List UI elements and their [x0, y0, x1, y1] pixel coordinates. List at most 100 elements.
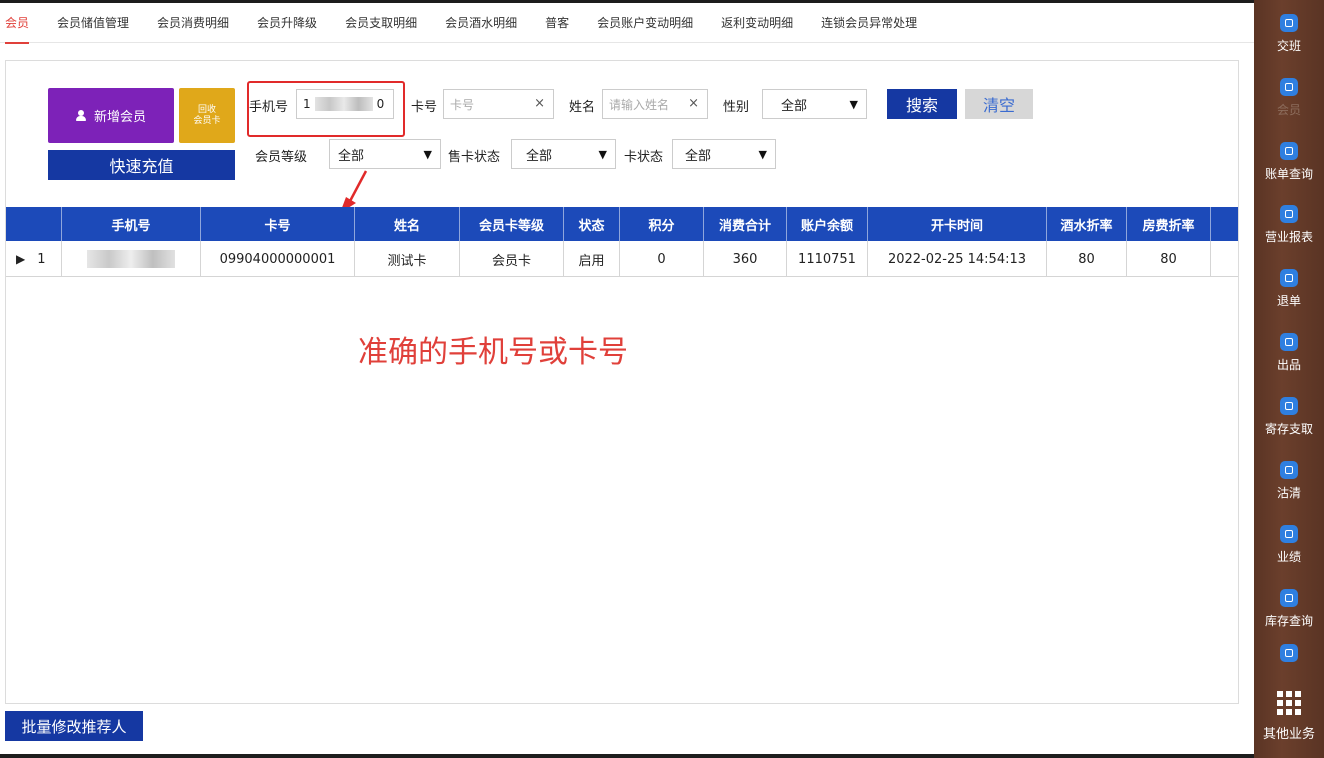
- caret-down-icon: ▼: [758, 147, 767, 161]
- sidebar-item-label: 会员: [1276, 103, 1301, 117]
- col-header-phone[interactable]: 手机号: [62, 207, 201, 241]
- row-spend-cell: 360: [704, 241, 787, 277]
- sidebar-item-member[interactable]: 会员: [1254, 68, 1324, 128]
- sidebar-item-label: 退单: [1276, 294, 1301, 308]
- tab-member-upgrade[interactable]: 会员升降级: [257, 3, 317, 43]
- row-points-cell: 0: [620, 241, 704, 277]
- sidebar-item-label: 营业报表: [1264, 230, 1313, 244]
- sidebar-item-soldout[interactable]: 沽清: [1254, 451, 1324, 511]
- col-header-status[interactable]: 状态: [564, 207, 620, 241]
- sidebar-item-label: 沽清: [1276, 486, 1301, 500]
- col-header-points[interactable]: 积分: [620, 207, 704, 241]
- main-panel: 新增会员 回收 会员卡 快速充值 手机号 1 0 卡号 卡号 × 姓名 请输入姓…: [5, 60, 1239, 704]
- sidebar-item-inventory[interactable]: 库存查询: [1254, 579, 1324, 639]
- sidebar-item-label: 寄存支取: [1264, 422, 1313, 436]
- caret-down-icon: ▼: [849, 97, 858, 111]
- card-label: 卡号: [411, 100, 438, 115]
- col-header-balance[interactable]: 账户余额: [787, 207, 868, 241]
- output-icon: [1280, 333, 1298, 351]
- sidebar-item-bill-query[interactable]: 账单查询: [1254, 132, 1324, 192]
- row-index: 1: [37, 251, 46, 267]
- batch-modify-referrer-button[interactable]: 批量修改推荐人: [5, 711, 143, 741]
- sale-status-label: 售卡状态: [448, 150, 501, 165]
- col-header-open-time[interactable]: 开卡时间: [868, 207, 1047, 241]
- level-select[interactable]: 全部 ▼: [329, 139, 441, 169]
- name-input[interactable]: 请输入姓名 ×: [602, 89, 708, 119]
- clear-button[interactable]: 清空: [965, 89, 1033, 119]
- user-icon: [75, 110, 86, 121]
- sale-status-select[interactable]: 全部 ▼: [511, 139, 616, 169]
- clear-card-icon[interactable]: ×: [534, 96, 545, 111]
- row-drink-rate-cell: 80: [1047, 241, 1127, 277]
- add-member-label: 新增会员: [93, 110, 146, 125]
- inventory-icon: [1280, 589, 1298, 607]
- caret-down-icon: ▼: [598, 147, 607, 161]
- col-header-drink-rate[interactable]: 酒水折率: [1047, 207, 1127, 241]
- table-header: 手机号 卡号 姓名 会员卡等级 状态 积分 消费合计 账户余额 开卡时间 酒水折…: [6, 207, 1238, 241]
- tab-regular-guest[interactable]: 普客: [545, 3, 569, 43]
- row-phone-cell: [62, 241, 201, 277]
- col-header-card[interactable]: 卡号: [201, 207, 355, 241]
- col-header-name[interactable]: 姓名: [355, 207, 460, 241]
- sidebar-item-download[interactable]: [1254, 636, 1324, 676]
- gender-select[interactable]: 全部 ▼: [762, 89, 867, 119]
- bill-icon: [1280, 142, 1298, 160]
- col-header-spacer: [1211, 207, 1238, 241]
- download-icon: [1280, 644, 1298, 662]
- sidebar-item-other[interactable]: 其他业务: [1254, 676, 1324, 756]
- member-icon: [1280, 78, 1298, 96]
- sidebar-item-report[interactable]: 营业报表: [1254, 195, 1324, 255]
- tab-chain-exceptions[interactable]: 连锁会员异常处理: [821, 3, 917, 43]
- card-status-select[interactable]: 全部 ▼: [672, 139, 776, 169]
- card-input[interactable]: 卡号 ×: [443, 89, 554, 119]
- tab-member[interactable]: 会员: [5, 3, 30, 44]
- level-value: 全部: [338, 148, 365, 164]
- grid-icon: [1277, 690, 1301, 715]
- card-placeholder: 卡号: [450, 97, 475, 112]
- row-card-cell: 09904000000001: [201, 241, 355, 277]
- tab-member-deposit[interactable]: 会员储值管理: [57, 3, 129, 43]
- add-member-button[interactable]: 新增会员: [48, 88, 174, 143]
- row-index-cell: ▶ 1: [6, 241, 62, 277]
- tab-account-changes[interactable]: 会员账户变动明细: [597, 3, 693, 43]
- row-expand-icon[interactable]: ▶: [16, 252, 25, 266]
- refund-icon: [1280, 269, 1298, 287]
- gender-value: 全部: [781, 98, 808, 114]
- col-header-spend[interactable]: 消费合计: [704, 207, 787, 241]
- annotation-text: 准确的手机号或卡号: [358, 335, 628, 370]
- tab-member-drinks[interactable]: 会员酒水明细: [445, 3, 517, 43]
- col-header-level[interactable]: 会员卡等级: [460, 207, 564, 241]
- sidebar-item-storage[interactable]: 寄存支取: [1254, 387, 1324, 447]
- recycle-card-button[interactable]: 回收 会员卡: [179, 88, 235, 143]
- search-button[interactable]: 搜索: [887, 89, 957, 119]
- bottom-border: [0, 754, 1254, 758]
- performance-icon: [1280, 525, 1298, 543]
- tab-rebate-changes[interactable]: 返利变动明细: [721, 3, 793, 43]
- table-row[interactable]: ▶ 1 09904000000001 测试卡 会员卡 启用 0 360 1110…: [6, 241, 1238, 277]
- recycle-label-1: 回收: [197, 104, 216, 115]
- row-room-rate-cell: 80: [1127, 241, 1211, 277]
- sidebar-item-label: 库存查询: [1264, 614, 1313, 628]
- card-status-value: 全部: [685, 148, 712, 164]
- highlight-box: [247, 81, 405, 137]
- sidebar-item-refund[interactable]: 退单: [1254, 259, 1324, 319]
- name-placeholder: 请输入姓名: [609, 97, 670, 112]
- sidebar-item-output[interactable]: 出品: [1254, 323, 1324, 383]
- sale-status-value: 全部: [526, 148, 553, 164]
- caret-down-icon: ▼: [423, 147, 432, 161]
- row-balance-cell: 1110751: [787, 241, 868, 277]
- right-sidebar: 交班 会员 账单查询 营业报表 退单 出品 寄存支取 沽清 业绩 库存查询 其他…: [1254, 0, 1324, 758]
- quick-recharge-button[interactable]: 快速充值: [48, 150, 235, 180]
- gender-label: 性别: [723, 100, 750, 115]
- clear-name-icon[interactable]: ×: [688, 96, 699, 111]
- tab-member-withdrawal[interactable]: 会员支取明细: [345, 3, 417, 43]
- col-header-room-rate[interactable]: 房费折率: [1127, 207, 1211, 241]
- sidebar-item-performance[interactable]: 业绩: [1254, 515, 1324, 575]
- row-level-cell: 会员卡: [460, 241, 564, 277]
- report-icon: [1280, 205, 1298, 223]
- tab-member-consumption[interactable]: 会员消费明细: [157, 3, 229, 43]
- sidebar-item-handover[interactable]: 交班: [1254, 4, 1324, 64]
- col-header-index: [6, 207, 62, 241]
- row-open-time-cell: 2022-02-25 14:54:13: [868, 241, 1047, 277]
- sidebar-item-label: 交班: [1276, 39, 1301, 53]
